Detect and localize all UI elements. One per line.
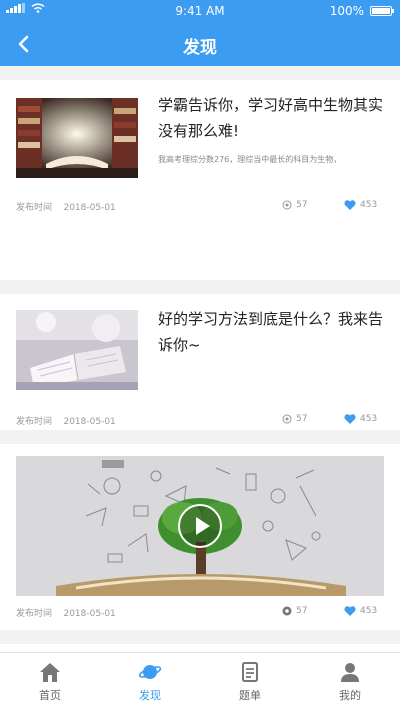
page-title: 发现 — [183, 38, 217, 58]
like-count[interactable]: 453 — [344, 414, 377, 424]
tab-discover[interactable]: 发现 — [100, 653, 200, 712]
article-summary: 我高考理综分数276，理综当中最长的科目为生物， — [158, 155, 342, 164]
view-count: 57 — [282, 606, 307, 616]
article-list[interactable]: 学霸告诉你，学习好高中生物其实没有那么难! 我高考理综分数276，理综当中最长的… — [0, 66, 400, 652]
home-icon — [40, 663, 60, 682]
tab-profile[interactable]: 我的 — [300, 653, 400, 712]
like-count-value: 453 — [360, 606, 378, 616]
tab-label: 我的 — [339, 689, 361, 702]
article-meta: 发布时间 2018-05-01 57 453 — [16, 414, 384, 428]
publish-date-value: 2018-05-01 — [63, 203, 116, 213]
tab-home[interactable]: 首页 — [0, 653, 100, 712]
view-count-value: 57 — [296, 606, 308, 616]
article-card[interactable]: 学霸告诉你，学习好高中生物其实没有那么难! 我高考理综分数276，理综当中最长的… — [0, 80, 400, 280]
article-card[interactable]: 好的学习方法到底是什么？我来告诉你~ 发布时间 2018-05-01 57 45… — [0, 294, 400, 430]
status-bar: 9:41 AM 100% — [0, 0, 400, 22]
nav-bar: 发现 — [0, 22, 400, 66]
article-title[interactable]: 好的学习方法到底是什么？我来告诉你~ — [158, 306, 388, 358]
like-count-value: 453 — [360, 200, 378, 210]
view-count: 57 — [282, 200, 307, 210]
tab-label: 题单 — [239, 689, 261, 702]
play-icon[interactable] — [178, 504, 222, 548]
publish-date-value: 2018-05-01 — [63, 417, 116, 427]
quiz-list-icon — [242, 662, 258, 682]
video-card[interactable]: 发布时间 2018-05-01 57 453 — [0, 444, 400, 630]
eye-icon — [282, 200, 292, 210]
article-thumbnail — [16, 310, 138, 390]
view-count-value: 57 — [296, 414, 308, 424]
eye-icon — [282, 606, 292, 616]
header: 9:41 AM 100% 发现 — [0, 0, 400, 66]
discover-screen: 9:41 AM 100% 发现 学霸告诉你，学习好高中生物其实没有那么难! 我高… — [0, 0, 400, 712]
publish-date-label: 发布时间 — [16, 609, 53, 619]
eye-icon — [282, 414, 292, 424]
planet-icon — [138, 665, 162, 679]
status-right: 100% — [329, 4, 394, 18]
publish-date-label: 发布时间 — [16, 417, 53, 427]
publish-date: 发布时间 2018-05-01 — [16, 606, 116, 619]
article-title[interactable]: 学霸告诉你，学习好高中生物其实没有那么难! — [158, 92, 388, 144]
publish-date: 发布时间 2018-05-01 — [16, 200, 116, 213]
view-count-value: 57 — [296, 200, 308, 210]
publish-date-label: 发布时间 — [16, 203, 53, 213]
battery-icon — [370, 6, 394, 16]
tab-bar: 首页 发现 题单 我的 — [0, 652, 400, 712]
tab-label: 发现 — [139, 689, 161, 702]
publish-date: 发布时间 2018-05-01 — [16, 414, 116, 427]
publish-date-value: 2018-05-01 — [63, 609, 116, 619]
video-card[interactable] — [0, 644, 400, 652]
heart-icon — [344, 200, 356, 210]
like-count[interactable]: 453 — [344, 606, 377, 616]
like-count-value: 453 — [360, 414, 378, 424]
article-meta: 发布时间 2018-05-01 57 453 — [16, 606, 384, 620]
article-thumbnail — [16, 98, 138, 178]
like-count[interactable]: 453 — [344, 200, 377, 210]
view-count: 57 — [282, 414, 307, 424]
heart-icon — [344, 414, 356, 424]
battery-percent: 100% — [329, 4, 364, 18]
video-thumbnail[interactable] — [16, 456, 384, 596]
user-icon — [341, 663, 359, 682]
tab-quiz-list[interactable]: 题单 — [200, 653, 300, 712]
tab-label: 首页 — [39, 689, 61, 702]
heart-icon — [344, 606, 356, 616]
article-meta: 发布时间 2018-05-01 57 453 — [16, 200, 384, 214]
